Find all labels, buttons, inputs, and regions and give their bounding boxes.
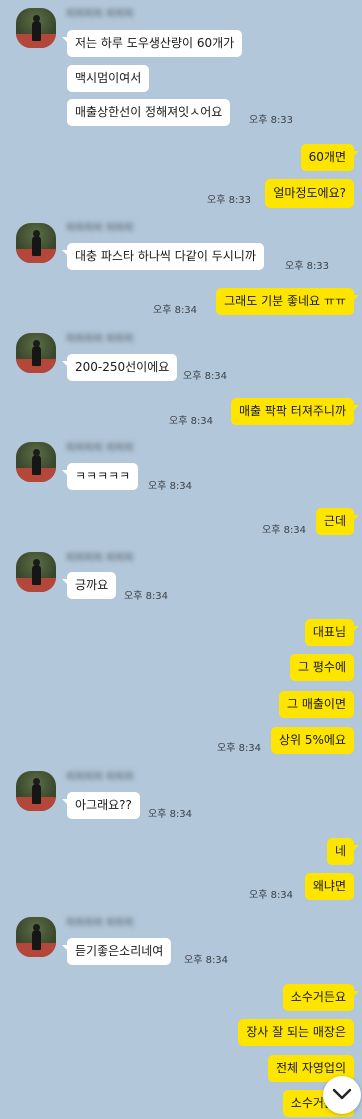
scroll-to-bottom-button[interactable] — [323, 1076, 361, 1114]
sender-name: 피피피피 피피피 — [66, 9, 134, 20]
incoming-message[interactable]: 긍까요 — [61, 572, 117, 599]
timestamp: 오후 8:34 — [153, 305, 198, 316]
sender-name: 피피피피 피피피 — [66, 334, 134, 345]
timestamp: 오후 8:33 — [207, 195, 252, 206]
sender-name: 피피피피 피피피 — [66, 553, 134, 564]
sender-name: 피피피피 피피피 — [66, 443, 134, 454]
outgoing-message[interactable]: 매출 팍팍 터져주니까 — [231, 398, 359, 425]
avatar[interactable] — [16, 333, 56, 373]
chevron-down-icon — [332, 1088, 352, 1100]
outgoing-message[interactable]: 장사 잘 되는 매장은 — [238, 1019, 354, 1046]
outgoing-message[interactable]: 네 — [326, 838, 360, 865]
outgoing-message[interactable]: 근데 — [315, 508, 360, 535]
timestamp: 오후 8:34 — [183, 371, 228, 382]
outgoing-message[interactable]: 얼마정도에요? — [265, 179, 354, 208]
incoming-message[interactable]: 아그래요?? — [62, 792, 140, 819]
timestamp: 오후 8:34 — [169, 416, 214, 427]
avatar[interactable] — [16, 552, 56, 592]
outgoing-message[interactable]: 60개면 — [300, 144, 360, 171]
incoming-message[interactable]: 대충 파스타 하나씩 다같이 두시니까 — [62, 243, 264, 270]
incoming-message[interactable]: 듣기좋은소리네여 — [61, 938, 172, 965]
timestamp: 오후 8:33 — [285, 261, 330, 272]
sender-name: 피피피피 피피피 — [66, 223, 134, 234]
avatar[interactable] — [16, 917, 56, 957]
outgoing-message[interactable]: 그래도 기분 좋네요 ㅠㅠ — [216, 288, 359, 315]
outgoing-message[interactable]: 그 매출이면 — [278, 691, 354, 718]
avatar[interactable] — [16, 8, 56, 48]
incoming-message[interactable]: 맥시멈이여서 — [67, 65, 150, 92]
outgoing-message[interactable]: 그 평수에 — [290, 654, 354, 681]
outgoing-message[interactable]: 상위 5%에요 — [270, 727, 354, 754]
sender-name: 피피피피 피피피 — [66, 772, 134, 783]
incoming-message[interactable]: 저는 하루 도우생산량이 60개가 — [61, 30, 243, 57]
incoming-message[interactable]: 200-250선이에요 — [61, 354, 178, 381]
timestamp: 오후 8:34 — [262, 525, 307, 536]
outgoing-message[interactable]: 소수거든요 — [282, 984, 360, 1011]
timestamp: 오후 8:34 — [217, 743, 262, 754]
incoming-message[interactable]: ㅋㅋㅋㅋㅋ — [61, 463, 139, 490]
timestamp: 오후 8:34 — [184, 955, 229, 966]
sender-name: 피피피피 피피피 — [66, 918, 134, 929]
avatar[interactable] — [16, 771, 56, 811]
avatar[interactable] — [16, 442, 56, 482]
timestamp: 오후 8:34 — [148, 481, 193, 492]
avatar[interactable] — [16, 223, 56, 263]
outgoing-message[interactable]: 왜냐면 — [304, 873, 354, 900]
outgoing-message[interactable]: 대표님 — [304, 619, 360, 646]
timestamp: 오후 8:33 — [249, 115, 294, 126]
timestamp: 오후 8:34 — [124, 591, 169, 602]
timestamp: 오후 8:34 — [148, 809, 193, 820]
timestamp: 오후 8:34 — [249, 890, 294, 901]
incoming-message[interactable]: 매출상한선이 정해져잇ㅅ어요 — [67, 99, 231, 126]
